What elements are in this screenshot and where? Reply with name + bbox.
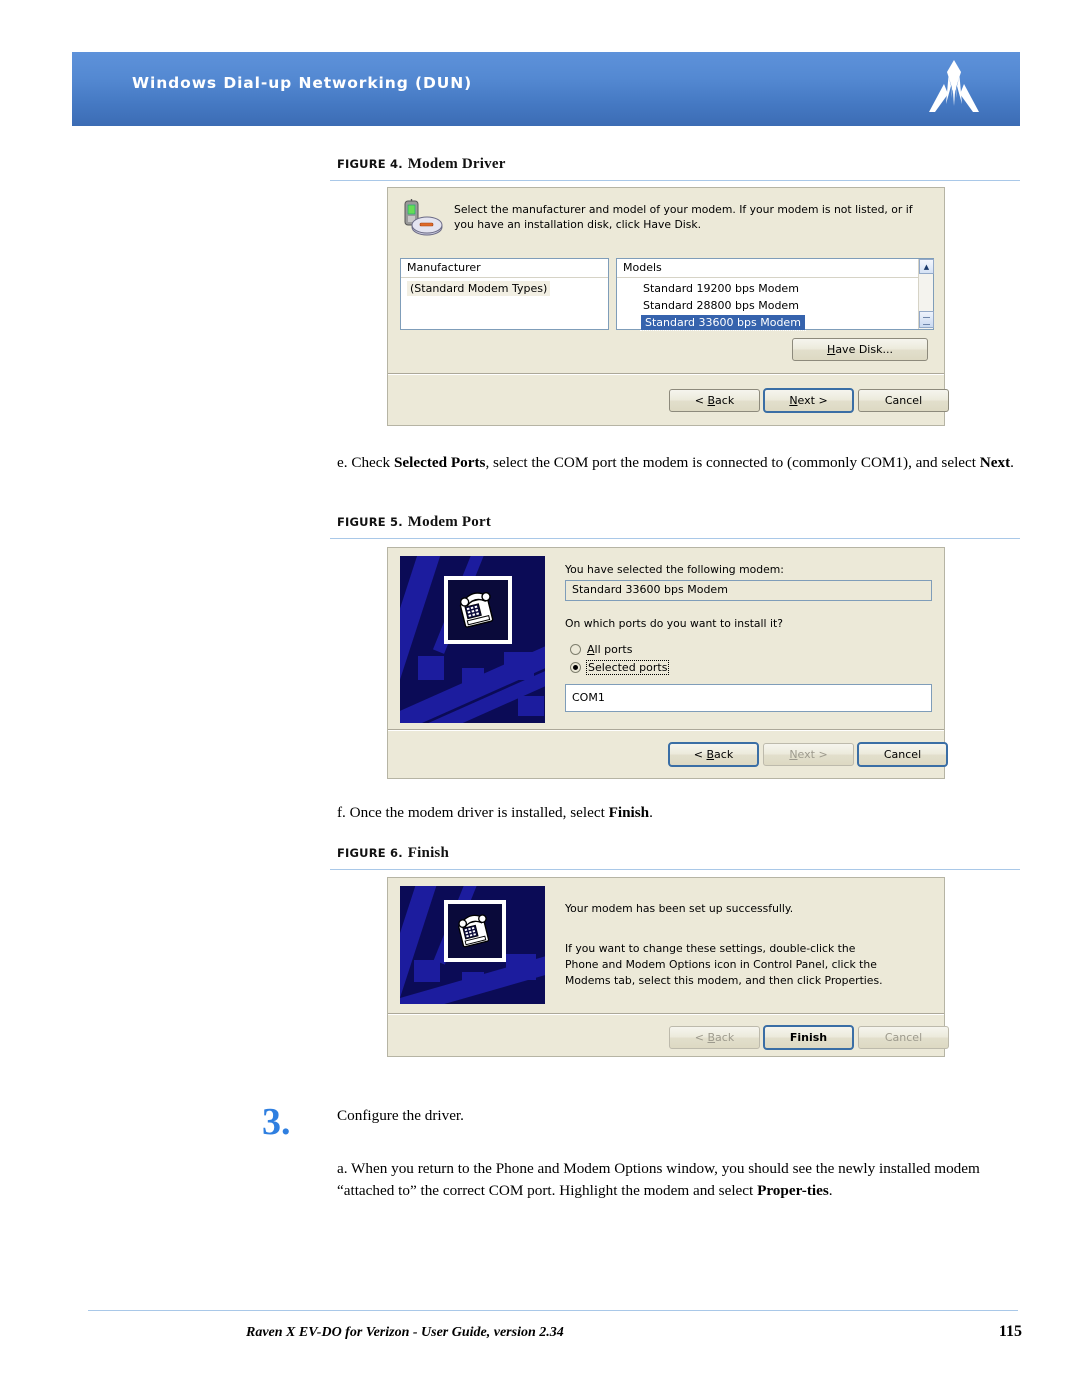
finish-detail-text: If you want to change these settings, do… <box>565 942 883 987</box>
finish-success-text: Your modem has been set up successfully. <box>565 902 794 915</box>
figure-5-rule <box>330 538 1020 539</box>
paragraph-text: a. When you return to the Phone and Mode… <box>337 1160 980 1199</box>
selected-modem-value: Standard 33600 bps Modem <box>565 580 932 601</box>
scroll-up-arrow-icon[interactable]: ▲ <box>919 259 934 274</box>
paragraph-text: . <box>649 804 653 821</box>
manufacturer-list-item[interactable]: (Standard Modem Types) <box>401 280 608 297</box>
modem-driver-instruction: Select the manufacturer and model of you… <box>454 203 913 231</box>
ports-question: On which ports do you want to install it… <box>565 617 783 630</box>
radio-all-ports-label: All ports <box>587 643 633 656</box>
modem-port-dialog: You have selected the following modem: S… <box>387 547 948 779</box>
phone-modem-icon <box>444 900 506 962</box>
scrollbar-thumb[interactable] <box>919 311 934 328</box>
models-list-item-selected[interactable]: Standard 33600 bps Modem <box>617 314 933 331</box>
sierra-wireless-logo-icon <box>922 58 986 120</box>
modem-driver-dialog: Select the manufacturer and model of you… <box>387 187 949 426</box>
radio-selected-ports-label: Selected ports <box>585 660 670 675</box>
step-3-title: Configure the driver. <box>337 1107 464 1124</box>
models-column-header: Models <box>617 259 933 278</box>
manufacturer-listbox[interactable]: Manufacturer (Standard Modem Types) <box>400 258 609 330</box>
figure-5-caption: FIGURE 5. Modem Port <box>337 514 491 531</box>
cancel-button-disabled: Cancel <box>858 1026 949 1049</box>
phone-modem-icon <box>444 576 512 644</box>
figure-4-rule <box>330 180 1020 181</box>
back-button-disabled: < Back <box>669 1026 760 1049</box>
step-f-paragraph: f. Once the modem driver is installed, s… <box>337 802 1023 824</box>
step-3a-paragraph: a. When you return to the Phone and Mode… <box>337 1158 1023 1202</box>
footer-page-number: 115 <box>998 1323 1022 1340</box>
figure-4-label: FIGURE 4. <box>337 157 403 171</box>
figure-4-name: Modem Driver <box>407 156 506 172</box>
dialog-divider <box>388 374 944 375</box>
figure-6-rule <box>330 869 1020 870</box>
models-scrollbar[interactable]: ▲ <box>918 259 934 329</box>
finish-button[interactable]: Finish <box>763 1025 854 1050</box>
radio-selected-ports[interactable]: Selected ports <box>570 660 670 675</box>
paragraph-text: e. Check <box>337 454 394 471</box>
page-title: Windows Dial-up Networking (DUN) <box>132 74 473 92</box>
phone-modem-artwork <box>400 886 545 1004</box>
paragraph-text: , select the COM port the modem is conne… <box>485 454 980 471</box>
figure-5-label: FIGURE 5. <box>337 515 403 529</box>
dialog-divider <box>388 730 944 731</box>
models-listbox[interactable]: Models Standard 19200 bps Modem Standard… <box>616 258 934 331</box>
footer-rule <box>88 1310 1018 1311</box>
cancel-button[interactable]: Cancel <box>858 389 949 412</box>
back-button[interactable]: < Back <box>669 389 760 412</box>
dialog-divider <box>388 1014 944 1015</box>
selected-modem-label: You have selected the following modem: <box>565 563 784 576</box>
figure-5-name: Modem Port <box>407 514 492 530</box>
figure-6-label: FIGURE 6. <box>337 846 403 860</box>
step-3-number: 3. <box>262 1101 291 1143</box>
radio-all-ports-indicator[interactable] <box>570 644 581 655</box>
figure-6-name: Finish <box>407 845 450 861</box>
page-header-banner: Windows Dial-up Networking (DUN) <box>72 52 1020 126</box>
back-button[interactable]: < Back <box>668 742 759 767</box>
models-list-item[interactable]: Standard 28800 bps Modem <box>617 297 933 314</box>
figure-4-caption: FIGURE 4. Modem Driver <box>337 156 506 173</box>
port-select-field[interactable]: COM1 <box>565 684 932 712</box>
emphasis-text: Finish <box>608 804 650 821</box>
emphasis-text: Proper-ties <box>757 1182 829 1199</box>
paragraph-text: . <box>1010 454 1014 471</box>
finish-dialog: Your modem has been set up successfully.… <box>387 877 949 1057</box>
paragraph-text: f. Once the modem driver is installed, s… <box>337 804 609 821</box>
phone-modem-artwork <box>400 556 545 723</box>
paragraph-text: . <box>828 1182 833 1199</box>
have-disk-button[interactable]: Have Disk... <box>792 338 928 361</box>
manufacturer-column-header: Manufacturer <box>401 259 608 278</box>
models-list-item[interactable]: Standard 19200 bps Modem <box>617 280 933 297</box>
modem-device-icon <box>400 198 444 242</box>
figure-6-caption: FIGURE 6. Finish <box>337 845 449 862</box>
footer-document-title: Raven X EV-DO for Verizon - User Guide, … <box>246 1325 564 1340</box>
step-e-paragraph: e. Check Selected Ports, select the COM … <box>337 452 1023 474</box>
cancel-button[interactable]: Cancel <box>857 742 948 767</box>
emphasis-text: Next <box>979 454 1011 471</box>
next-button[interactable]: Next > <box>763 388 854 413</box>
radio-selected-ports-indicator[interactable] <box>570 662 581 673</box>
emphasis-text: Selected Ports <box>393 454 486 471</box>
radio-all-ports[interactable]: All ports <box>570 643 632 656</box>
next-button-disabled: Next > <box>763 743 854 766</box>
